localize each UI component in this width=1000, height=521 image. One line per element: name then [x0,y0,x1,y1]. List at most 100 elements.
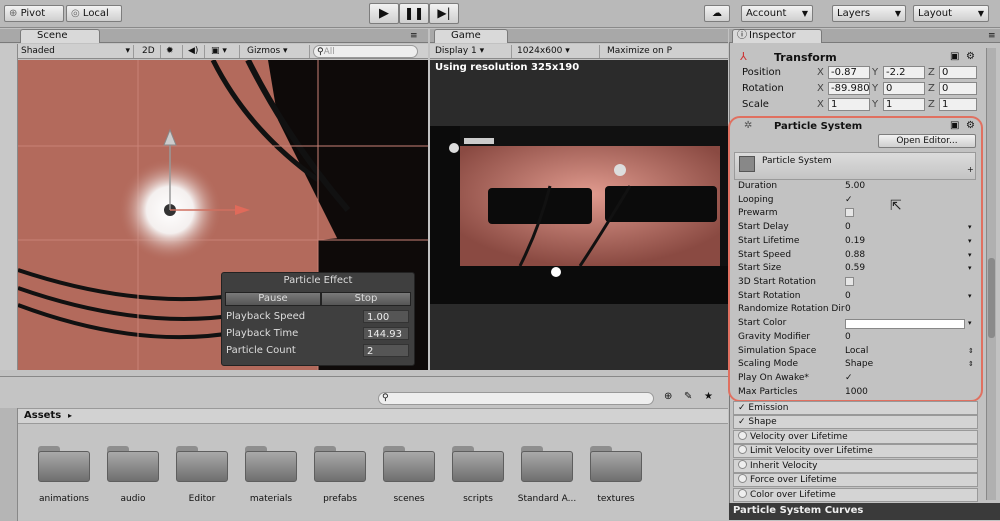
particle-stop-button[interactable]: Stop [321,292,411,306]
chevron-down-icon[interactable]: ▾ [968,290,972,303]
module-toggle[interactable] [738,445,747,454]
folder-icon[interactable] [176,446,228,482]
help-icon[interactable]: ▣ [950,51,959,62]
module-checkmark[interactable]: ✓ [738,417,746,427]
help-icon[interactable]: ▣ [950,120,959,131]
folder-label[interactable]: materials [236,494,306,504]
add-icon[interactable]: + [967,165,974,174]
duration-field[interactable]: 5.00 [845,180,865,193]
folder-label[interactable]: scenes [374,494,444,504]
tab-inspector[interactable]: ⓘ Inspector [732,29,822,43]
effects-icon[interactable]: ▣ ▾ [208,45,240,58]
module-toggle[interactable] [738,489,747,498]
module-toggle[interactable] [738,460,747,469]
cloud-button[interactable]: ☁ [704,5,730,22]
rotation-y-field[interactable]: 0 [883,82,925,95]
scale-x-field[interactable]: 1 [828,98,870,111]
playback-time-field[interactable]: 144.93 [363,327,409,340]
rotation-z-field[interactable]: 0 [939,82,977,95]
simulation-space-dropdown[interactable]: Local [845,345,868,358]
gear-icon[interactable]: ⚙ [966,51,975,62]
project-search-input[interactable]: ⚲ [378,392,654,405]
chevron-down-icon[interactable]: ▾ [968,249,972,262]
layout-dropdown[interactable]: Layout ▼ [913,5,989,22]
scrollbar-thumb[interactable] [988,258,995,338]
filter-label-icon[interactable]: ✎ [684,391,692,402]
module-toggle[interactable] [738,474,747,483]
folder-icon[interactable] [38,446,90,482]
start-rotation-field[interactable]: 0 [845,290,851,303]
inspector-scrollbar[interactable] [986,48,996,500]
folder-label[interactable]: prefabs [305,494,375,504]
layers-dropdown[interactable]: Layers ▼ [832,5,906,22]
start-rotation-3d-checkbox[interactable] [845,276,854,289]
panel-menu-icon[interactable]: ≡ [410,31,418,41]
gravity-modifier-field[interactable]: 0 [845,331,851,344]
chevron-down-icon[interactable]: ▾ [968,235,972,248]
account-dropdown[interactable]: Account ▼ [741,5,813,22]
module-toggle[interactable] [738,431,747,440]
particle-pause-button[interactable]: Pause [225,292,321,306]
rotation-x-field[interactable]: -89.980 [828,82,870,95]
gear-icon[interactable]: ⚙ [966,120,975,131]
module-shape[interactable]: ✓ Shape [733,415,978,429]
module-inherit-velocity[interactable]: Inherit Velocity [733,459,978,473]
pause-button[interactable]: ❚❚ [399,3,429,24]
display-dropdown[interactable]: Display 1 ▾ [432,45,512,58]
position-z-field[interactable]: 0 [939,66,977,79]
position-y-field[interactable]: -2.2 [883,66,925,79]
folder-icon[interactable] [521,446,573,482]
chevron-updown-icon[interactable]: ⇕ [968,345,974,358]
folder-icon[interactable] [107,446,159,482]
game-viewport[interactable]: Using resolution 325x190 [430,60,728,370]
mode-2d-toggle[interactable]: 2D [139,45,161,58]
folder-label[interactable]: textures [581,494,651,504]
filter-type-icon[interactable]: ⊕ [664,391,672,402]
folder-icon[interactable] [452,446,504,482]
max-particles-field[interactable]: 1000 [845,386,868,399]
chevron-down-icon[interactable]: ▾ [968,262,972,275]
play-on-awake-checkbox[interactable]: ✓ [845,372,853,385]
scene-search-input[interactable]: ⚲All [313,45,418,58]
folder-label[interactable]: animations [29,494,99,504]
chevron-down-icon[interactable]: ▾ [968,317,972,330]
module-emission[interactable]: ✓ Emission [733,401,978,415]
chevron-down-icon[interactable]: ▾ [968,221,972,234]
start-speed-field[interactable]: 0.88 [845,249,865,262]
audio-icon[interactable]: ◀) [185,45,205,58]
folder-label[interactable]: Editor [167,494,237,504]
favorite-star-icon[interactable]: ★ [704,391,713,402]
panel-menu-icon[interactable]: ≡ [988,31,996,41]
position-x-field[interactable]: -0.87 [828,66,870,79]
module-velocity-over-lifetime[interactable]: Velocity over Lifetime [733,430,978,444]
particle-system-main-header[interactable]: Particle System + [734,152,976,180]
scaling-mode-dropdown[interactable]: Shape [845,358,873,371]
randomize-rotation-field[interactable]: 0 [845,303,851,316]
prewarm-checkbox[interactable] [845,207,854,220]
start-delay-field[interactable]: 0 [845,221,851,234]
start-color-swatch[interactable] [845,319,965,329]
folder-icon[interactable] [245,446,297,482]
module-limit-velocity[interactable]: Limit Velocity over Lifetime [733,444,978,458]
module-checkmark[interactable]: ✓ [738,403,746,413]
folder-label[interactable]: Standard A... [512,494,582,504]
play-button[interactable]: ▶ [369,3,399,24]
chevron-updown-icon[interactable]: ⇕ [968,358,974,371]
scale-z-field[interactable]: 1 [939,98,977,111]
module-color-over-lifetime[interactable]: Color over Lifetime [733,488,978,502]
module-force-over-lifetime[interactable]: Force over Lifetime [733,473,978,487]
open-editor-button[interactable]: Open Editor... [878,134,976,148]
folder-icon[interactable] [383,446,435,482]
playback-speed-field[interactable]: 1.00 [363,310,409,323]
resolution-dropdown[interactable]: 1024x600 ▾ [514,45,600,58]
tab-game[interactable]: Game [434,29,508,43]
folder-icon[interactable] [314,446,366,482]
folder-icon[interactable] [590,446,642,482]
tab-scene[interactable]: Scene [20,29,100,43]
folder-label[interactable]: scripts [443,494,513,504]
gizmos-dropdown[interactable]: Gizmos ▾ [244,45,310,58]
particle-system-curves-header[interactable]: Particle System Curves [729,503,1000,520]
local-button[interactable]: ◎ Local [66,5,122,22]
start-size-field[interactable]: 0.59 [845,262,865,275]
lighting-icon[interactable]: ✹ [163,45,183,58]
